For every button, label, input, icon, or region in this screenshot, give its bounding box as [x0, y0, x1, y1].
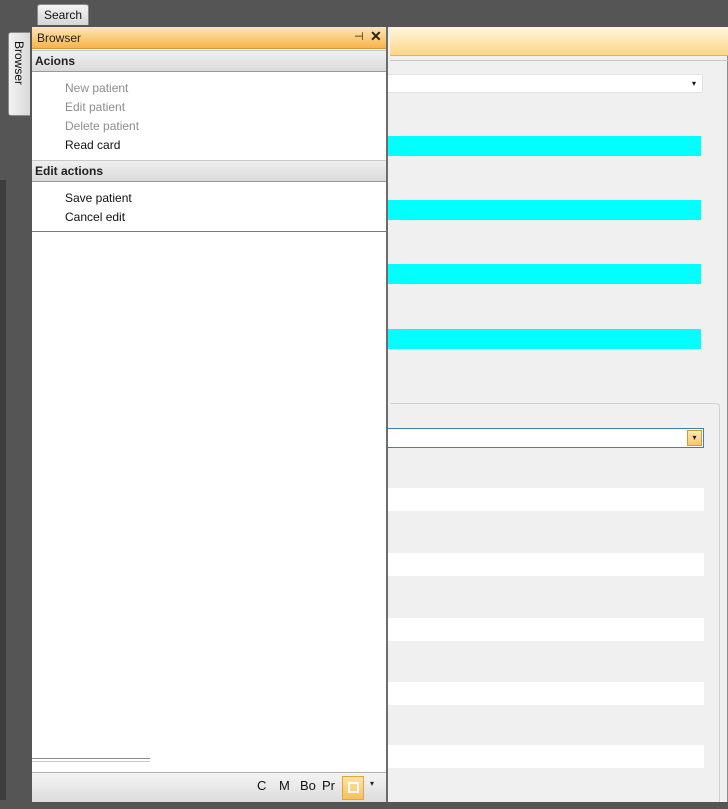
bottom-strip	[0, 802, 728, 809]
nav-button-m[interactable]: M	[279, 778, 290, 793]
top-strip: Search	[0, 0, 728, 27]
rail-shadow	[0, 180, 6, 800]
splitter-handle[interactable]	[32, 758, 150, 762]
chevron-down-icon[interactable]: ▾	[687, 430, 702, 446]
chevron-down-icon: ▾	[691, 79, 696, 88]
group-header-label: Acions	[35, 54, 76, 68]
nav-button-c[interactable]: C	[257, 778, 266, 793]
panel-icon	[348, 782, 359, 793]
action-cancel-edit[interactable]: Cancel edit	[65, 210, 125, 224]
close-icon[interactable]: ✕	[370, 28, 382, 45]
pin-icon[interactable]: ⊣	[354, 30, 364, 43]
action-delete-patient[interactable]: Delete patient	[65, 119, 139, 133]
more-options-icon[interactable]: ▾	[370, 779, 374, 788]
nav-button-bo[interactable]: Bo	[300, 778, 316, 793]
form-divider	[390, 60, 728, 61]
group-end-divider	[32, 231, 386, 232]
browser-title-bar: Browser ⊣ ✕	[32, 27, 386, 49]
tab-browser-label: Browser	[12, 41, 26, 86]
tab-search[interactable]: Search	[37, 4, 90, 25]
navigation-toolbar: C M Bo Pr ▾	[32, 772, 386, 802]
form-group-frame	[390, 403, 720, 802]
action-edit-patient[interactable]: Edit patient	[65, 100, 125, 114]
browser-panel: Browser ⊣ ✕ Acions New patient Edit pati…	[32, 27, 388, 802]
action-new-patient[interactable]: New patient	[65, 81, 128, 95]
nav-button-active[interactable]	[342, 776, 364, 800]
group-header-label: Edit actions	[35, 164, 104, 178]
group-header-edit-actions[interactable]: Edit actions	[32, 160, 386, 182]
action-save-patient[interactable]: Save patient	[65, 191, 132, 205]
nav-button-pr[interactable]: Pr	[322, 778, 335, 793]
required-field-4[interactable]	[386, 329, 701, 349]
browser-title: Browser	[37, 31, 82, 45]
form-header	[390, 27, 728, 56]
tab-browser[interactable]: Browser	[8, 32, 30, 116]
group-header-actions[interactable]: Acions	[32, 50, 386, 72]
action-read-card[interactable]: Read card	[65, 138, 120, 152]
